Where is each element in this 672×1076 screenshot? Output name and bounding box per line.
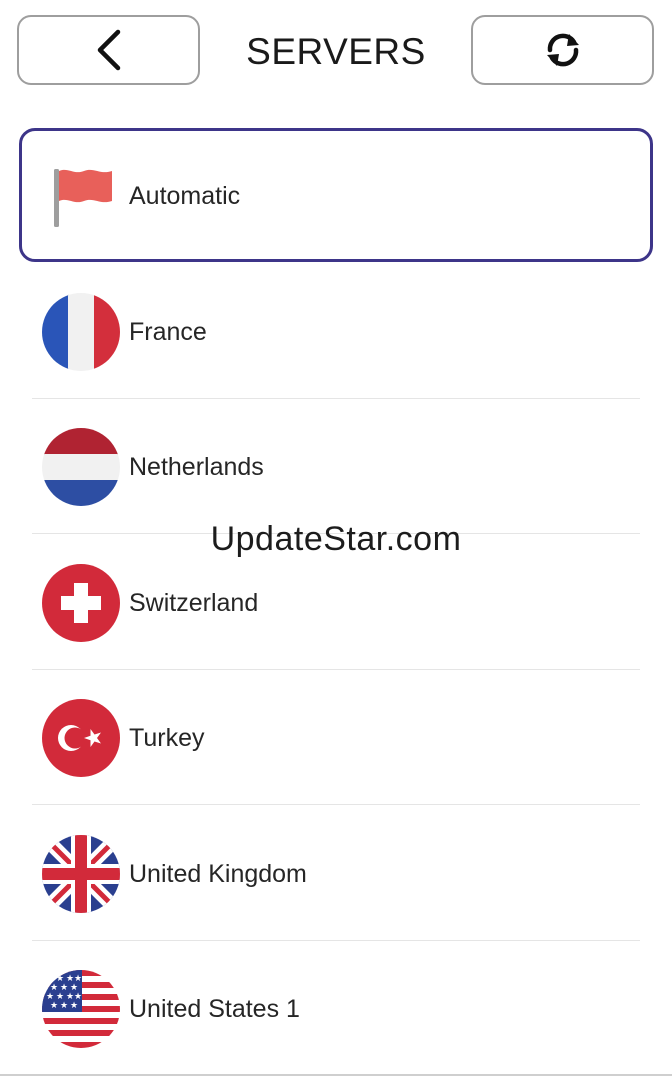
france-flag-icon	[42, 293, 120, 371]
header: SERVERS	[0, 0, 672, 100]
refresh-button[interactable]	[471, 15, 654, 85]
server-label: United States 1	[129, 995, 300, 1023]
server-label: United Kingdom	[129, 860, 307, 888]
page-title: SERVERS	[246, 31, 426, 72]
back-button[interactable]	[17, 15, 200, 85]
server-item-netherlands[interactable]: Netherlands	[0, 399, 672, 534]
svg-text:★: ★	[70, 1001, 78, 1011]
turkey-flag-icon	[42, 699, 120, 777]
server-label: Turkey	[129, 724, 205, 752]
refresh-icon	[543, 28, 583, 72]
united-kingdom-flag-icon	[42, 835, 120, 913]
united-states-flag-icon: ★ ★ ★ ★ ★ ★ ★ ★ ★ ★ ★ ★ ★	[42, 970, 120, 1048]
server-item-switzerland[interactable]: Switzerland	[0, 535, 672, 670]
server-label: Switzerland	[129, 589, 259, 617]
server-label: Netherlands	[129, 453, 264, 481]
server-item-turkey[interactable]: Turkey	[0, 670, 672, 805]
chevron-left-icon	[94, 28, 124, 72]
server-item-united-kingdom[interactable]: United Kingdom	[0, 806, 672, 941]
server-label: Automatic	[129, 182, 241, 210]
server-item-automatic[interactable]: Automatic	[19, 128, 653, 262]
netherlands-flag-icon	[42, 428, 120, 506]
divider	[32, 533, 640, 534]
server-item-united-states-1[interactable]: ★ ★ ★ ★ ★ ★ ★ ★ ★ ★ ★ ★ ★ United States 1	[0, 941, 672, 1076]
svg-text:★: ★	[50, 1001, 58, 1011]
server-label: France	[129, 318, 207, 346]
flag-icon	[52, 167, 116, 234]
divider	[32, 804, 640, 805]
switzerland-flag-icon	[42, 564, 120, 642]
svg-text:★: ★	[60, 1001, 68, 1011]
server-item-france[interactable]: France	[0, 264, 672, 399]
